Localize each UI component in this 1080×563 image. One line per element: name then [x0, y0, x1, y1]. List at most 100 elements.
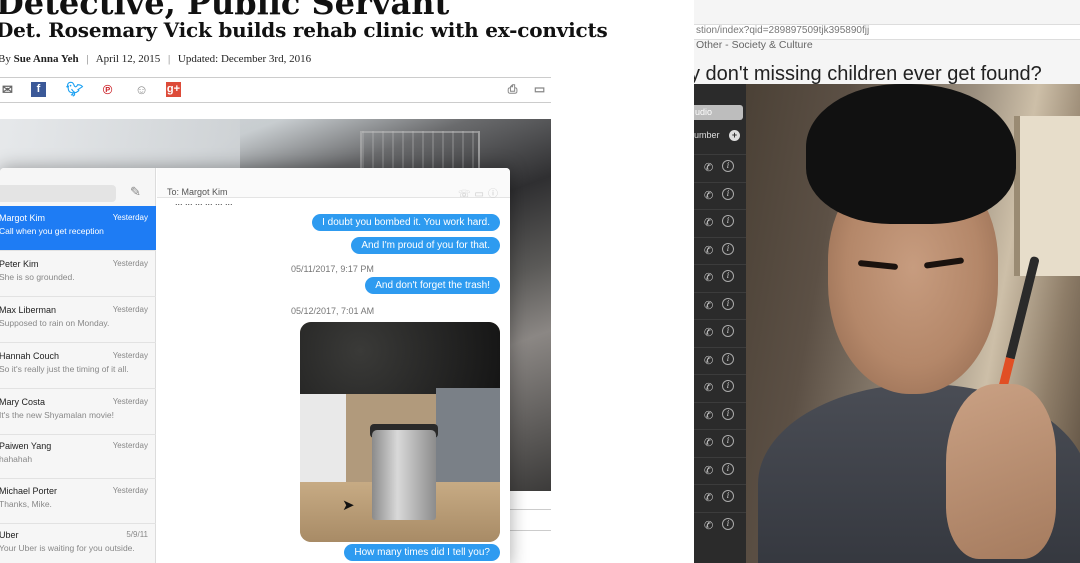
- contact-name: Michael Porter: [0, 486, 58, 496]
- info-icon[interactable]: i: [722, 380, 734, 392]
- info-icon[interactable]: i: [722, 297, 734, 310]
- url-text[interactable]: stion/index?qid=289897509tjk395890fjj: [696, 25, 869, 36]
- message-preview: Call when you get reception: [0, 226, 104, 236]
- phone-icon[interactable]: ✆: [704, 189, 713, 202]
- twitter-icon[interactable]: 🐦︎: [66, 82, 84, 97]
- call-row[interactable]: ✆ i: [694, 374, 746, 401]
- byline-author[interactable]: Sue Anna Yeh: [14, 53, 79, 65]
- phone-icon[interactable]: ✆: [704, 354, 713, 367]
- call-row[interactable]: ✆ i: [694, 346, 746, 374]
- conversation-item[interactable]: Uber 5/9/11 Your Uber is waiting for you…: [0, 523, 156, 563]
- timestamp: 05/12/2017, 7:01 AM: [291, 306, 375, 316]
- divider: [0, 102, 551, 103]
- contact-name: Margot Kim: [0, 213, 46, 223]
- conversation-item[interactable]: Michael Porter Yesterday Thanks, Mike.: [0, 479, 156, 524]
- phone-icon[interactable]: ✆: [704, 326, 713, 339]
- facetime-panel: udio umber + ✆ i ✆ i ✆ i ✆ i ✆ i ✆ i ✆ i ✆ i ✆ i ✆ i ✆ i ✆ i ✆ i ✆…: [694, 84, 746, 563]
- conversation-item[interactable]: Hannah Couch Yesterday So it's really ju…: [0, 344, 156, 389]
- info-icon[interactable]: i: [722, 187, 734, 200]
- call-row[interactable]: ✆ i: [694, 209, 746, 236]
- phone-icon[interactable]: ✆: [704, 161, 713, 174]
- add-icon[interactable]: +: [729, 130, 740, 141]
- info-icon[interactable]: i: [722, 242, 734, 255]
- number-label: umber: [694, 130, 720, 140]
- conversation-date: Yesterday: [112, 486, 148, 495]
- phone-icon[interactable]: ✆: [704, 464, 713, 477]
- call-row[interactable]: ✆ i: [694, 456, 746, 484]
- conversation-item[interactable]: Peter Kim Yesterday She is so grounded.: [0, 252, 156, 297]
- photo-attachment[interactable]: [300, 322, 500, 542]
- message-preview: hahahah: [0, 454, 33, 464]
- facebook-icon[interactable]: f: [31, 82, 46, 97]
- byline: By Sue Anna Yeh | April 12, 2015 | Updat…: [0, 53, 312, 65]
- conversation-date: Yesterday: [112, 441, 148, 450]
- info-icon[interactable]: i: [722, 325, 734, 337]
- phone-icon[interactable]: ✆: [704, 491, 713, 504]
- message-preview: Your Uber is waiting for you outside.: [0, 543, 135, 553]
- call-row[interactable]: ✆ i: [694, 236, 746, 264]
- reddit-icon[interactable]: ☺: [134, 82, 149, 97]
- info-icon[interactable]: i: [722, 490, 734, 502]
- info-icon[interactable]: i: [722, 462, 734, 475]
- email-icon[interactable]: ✉: [0, 82, 15, 97]
- call-row[interactable]: ✆ i: [694, 264, 746, 291]
- divider: [0, 77, 551, 78]
- phone-icon[interactable]: ✆: [704, 271, 713, 284]
- phone-icon[interactable]: ✆: [704, 299, 713, 312]
- contact-name: Max Liberman: [0, 305, 57, 315]
- google-plus-icon[interactable]: g+: [166, 82, 181, 97]
- news-article-page: Detective, Public Servant Det. Rosemary …: [0, 0, 694, 563]
- conversation-date: 5/9/11: [126, 530, 148, 539]
- conversation-date: Yesterday: [112, 213, 148, 222]
- call-row[interactable]: ✆ i: [694, 429, 746, 456]
- conversation-date: Yesterday: [112, 397, 148, 406]
- message-bubble: And I'm proud of you for that.: [351, 237, 500, 254]
- article-subtitle: Det. Rosemary Vick builds rehab clinic w…: [0, 18, 608, 42]
- conversation-item[interactable]: Paiwen Yang Yesterday hahahah: [0, 434, 156, 479]
- message-bubble: And don't forget the trash!: [365, 277, 500, 294]
- phone-icon[interactable]: ✆: [704, 381, 713, 394]
- call-row[interactable]: ✆ i: [694, 154, 746, 181]
- byline-prefix: By: [0, 53, 11, 65]
- phone-icon[interactable]: ✆: [704, 409, 713, 422]
- info-icon[interactable]: i: [722, 215, 734, 227]
- conversation-item[interactable]: Max Liberman Yesterday Supposed to rain …: [0, 298, 156, 343]
- call-row[interactable]: ✆ i: [694, 319, 746, 346]
- info-icon[interactable]: i: [722, 352, 734, 365]
- comment-icon[interactable]: ▭: [532, 82, 547, 97]
- audio-button[interactable]: udio: [694, 105, 743, 120]
- phone-icon[interactable]: ✆: [704, 436, 713, 449]
- phone-icon[interactable]: ✆: [704, 244, 713, 257]
- info-icon[interactable]: i: [722, 435, 734, 447]
- conversation-item[interactable]: Margot Kim Yesterday Call when you get r…: [0, 206, 156, 251]
- info-icon[interactable]: i: [722, 270, 734, 282]
- chat-header: To: Margot Kim ☏▭ⓘ: [157, 168, 510, 200]
- info-icon[interactable]: i: [722, 407, 734, 420]
- call-row[interactable]: ✆ i: [694, 181, 746, 209]
- contact-name: Peter Kim: [0, 259, 39, 269]
- phone-icon[interactable]: ✆: [704, 216, 713, 229]
- message-bubble: I doubt you bombed it. You work hard.: [312, 214, 500, 231]
- call-row[interactable]: ✆ i: [694, 484, 746, 511]
- contact-name: Hannah Couch: [0, 351, 60, 361]
- phone-icon[interactable]: ✆: [704, 519, 713, 532]
- messages-window: ⌕ ✎ Margot Kim Yesterday Call when you g…: [0, 168, 510, 563]
- category-breadcrumb[interactable]: Other - Society & Culture: [696, 39, 813, 51]
- call-row[interactable]: ✆ i: [694, 511, 746, 539]
- message-text: ... ... ... ... ... ...: [175, 198, 233, 207]
- call-row[interactable]: ✆ i: [694, 291, 746, 319]
- byline-updated: Updated: December 3rd, 2016: [177, 53, 312, 65]
- info-icon[interactable]: i: [722, 160, 734, 172]
- browser-window: stion/index?qid=289897509tjk395890fjj Ot…: [694, 0, 1080, 563]
- chat-transcript: ... ... ... ... ... ... I doubt you bomb…: [157, 198, 510, 563]
- pinterest-icon[interactable]: ℗: [100, 82, 115, 97]
- call-row[interactable]: ✆ i: [694, 401, 746, 429]
- question-title: y don't missing children ever get found?: [694, 63, 1042, 85]
- compose-icon[interactable]: ✎: [130, 184, 141, 200]
- info-icon[interactable]: i: [722, 517, 734, 530]
- conversation-item[interactable]: Mary Costa Yesterday It's the new Shyama…: [0, 390, 156, 435]
- message-preview: So it's really just the timing of it all…: [0, 364, 129, 374]
- print-icon[interactable]: ⎙: [505, 82, 520, 97]
- search-input[interactable]: [0, 185, 116, 202]
- divider: [510, 530, 551, 531]
